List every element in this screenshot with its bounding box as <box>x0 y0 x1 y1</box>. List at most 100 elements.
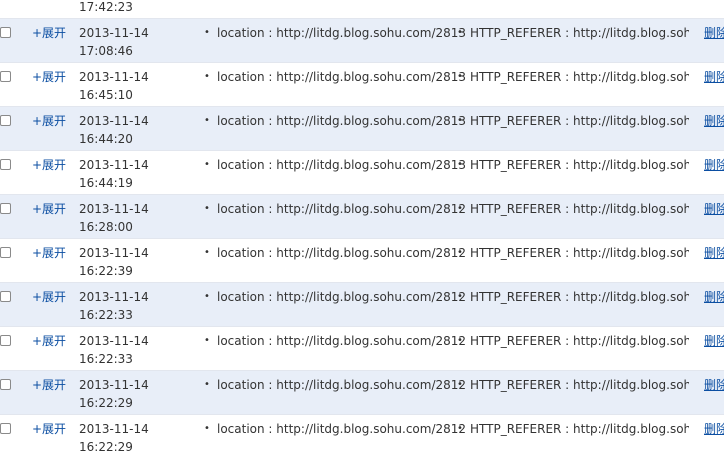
referer-text: HTTP_REFERER : http://litdg.blog.sohu. <box>470 290 689 304</box>
table-row: +展开 2013-11-14 16:28:00 • location : http://… <box>0 195 724 239</box>
bullet-icon: • <box>457 115 463 126</box>
bullet-icon: • <box>204 423 210 434</box>
location-text: location : http://litdg.blog.sohu.com/28… <box>217 422 467 436</box>
timestamp-date: 2013-11-14 <box>79 26 149 40</box>
timestamp: 2013-11-14 17:08:46 <box>79 24 149 60</box>
referer-text: HTTP_REFERER : http://litdg.blog.sohu. <box>470 334 689 348</box>
timestamp-time: 16:22:39 <box>79 264 133 278</box>
referer-entry: • HTTP_REFERER : http://litdg.blog.sohu. <box>457 244 689 262</box>
timestamp: 2013-11-14 16:45:10 <box>79 68 149 104</box>
timestamp: 2013-11-14 16:28:00 <box>79 200 149 236</box>
location-text: location : http://litdg.blog.sohu.com/28… <box>217 378 467 392</box>
location-entry: • location : http://litdg.blog.sohu.com/2… <box>204 288 466 306</box>
timestamp-date: 2013-11-14 <box>79 290 149 304</box>
referer-text: HTTP_REFERER : http://litdg.blog.sohu. <box>470 70 689 84</box>
row-checkbox[interactable] <box>0 291 11 302</box>
timestamp-time: 17:08:46 <box>79 44 133 58</box>
referer-entry: • HTTP_REFERER : http://litdg.blog.sohu. <box>457 420 689 438</box>
delete-link[interactable]: 删除 <box>704 112 724 130</box>
expand-link[interactable]: +展开 <box>32 156 66 174</box>
timestamp-date: 2013-11-14 <box>79 246 149 260</box>
delete-link[interactable]: 删除 <box>704 244 724 262</box>
delete-link[interactable]: 删除 <box>704 156 724 174</box>
log-rows: +展开2013-11-1417:42:23•location : http://… <box>0 0 724 453</box>
timestamp-date: 2013-11-14 <box>79 334 149 348</box>
timestamp-time: 16:44:19 <box>79 176 133 190</box>
bullet-icon: • <box>204 291 210 302</box>
referer-entry: • HTTP_REFERER : http://litdg.blog.sohu. <box>457 332 689 350</box>
row-checkbox[interactable] <box>0 27 11 38</box>
referer-entry: • HTTP_REFERER : http://litdg.blog.sohu. <box>457 376 689 394</box>
bullet-icon: • <box>457 159 463 170</box>
referer-entry: • HTTP_REFERER : http://litdg.blog.sohu. <box>457 112 689 130</box>
delete-link[interactable]: 删除 <box>704 420 724 438</box>
location-entry: • location : http://litdg.blog.sohu.com/2… <box>204 68 466 86</box>
bullet-icon: • <box>457 335 463 346</box>
timestamp: 2013-11-14 16:22:29 <box>79 376 149 412</box>
expand-link[interactable]: +展开 <box>32 24 66 42</box>
referer-text: HTTP_REFERER : http://litdg.blog.sohu. <box>470 422 689 436</box>
timestamp: 2013-11-14 16:22:33 <box>79 288 149 324</box>
location-text: location : http://litdg.blog.sohu.com/28… <box>217 158 467 172</box>
bullet-icon: • <box>204 159 210 170</box>
bullet-icon: • <box>204 247 210 258</box>
row-checkbox[interactable] <box>0 115 11 126</box>
timestamp-time: 16:22:33 <box>79 352 133 366</box>
expand-link[interactable]: +展开 <box>32 68 66 86</box>
expand-link[interactable]: +展开 <box>32 420 66 438</box>
referer-entry: • HTTP_REFERER : http://litdg.blog.sohu. <box>457 68 689 86</box>
timestamp-date: 2013-11-14 <box>79 422 149 436</box>
timestamp: 2013-11-14 16:22:29 <box>79 420 149 453</box>
referer-entry: • HTTP_REFERER : http://litdg.blog.sohu. <box>457 200 689 218</box>
table-row: +展开2013-11-1417:42:23•location : http://… <box>0 0 724 19</box>
referer-entry: • HTTP_REFERER : http://litdg.blog.sohu. <box>457 24 689 42</box>
row-checkbox[interactable] <box>0 71 11 82</box>
location-entry: • location : http://litdg.blog.sohu.com/2… <box>204 24 466 42</box>
expand-link[interactable]: +展开 <box>32 288 66 306</box>
delete-link[interactable]: 删除 <box>704 288 724 306</box>
timestamp-time: 16:22:33 <box>79 308 133 322</box>
location-text: location : http://litdg.blog.sohu.com/28… <box>217 334 467 348</box>
timestamp: 2013-11-14 16:22:33 <box>79 332 149 368</box>
timestamp-time: 16:44:20 <box>79 132 133 146</box>
expand-link[interactable]: +展开 <box>32 200 66 218</box>
expand-link[interactable]: +展开 <box>32 244 66 262</box>
table-row: +展开 2013-11-14 16:22:33 • location : http://… <box>0 283 724 327</box>
referer-text: HTTP_REFERER : http://litdg.blog.sohu. <box>470 158 689 172</box>
referer-text: HTTP_REFERER : http://litdg.blog.sohu. <box>470 246 689 260</box>
delete-link[interactable]: 删除 <box>704 68 724 86</box>
delete-link[interactable]: 删除 <box>704 200 724 218</box>
bullet-icon: • <box>457 71 463 82</box>
delete-link[interactable]: 删除 <box>704 376 724 394</box>
bullet-icon: • <box>204 335 210 346</box>
expand-link[interactable]: +展开 <box>32 112 66 130</box>
table-row: +展开 2013-11-14 16:22:29 • location : http://… <box>0 371 724 415</box>
row-checkbox[interactable] <box>0 159 11 170</box>
bullet-icon: • <box>457 27 463 38</box>
timestamp: 2013-11-14 16:22:39 <box>79 244 149 280</box>
bullet-icon: • <box>457 423 463 434</box>
referer-text: HTTP_REFERER : http://litdg.blog.sohu. <box>470 26 689 40</box>
location-text: location : http://litdg.blog.sohu.com/28… <box>217 70 467 84</box>
location-entry: • location : http://litdg.blog.sohu.com/2… <box>204 112 466 130</box>
timestamp-time: 16:45:10 <box>79 88 133 102</box>
row-checkbox[interactable] <box>0 379 11 390</box>
delete-link[interactable]: 删除 <box>704 24 724 42</box>
expand-link[interactable]: +展开 <box>32 332 66 350</box>
referer-text: HTTP_REFERER : http://litdg.blog.sohu. <box>470 114 689 128</box>
expand-link[interactable]: +展开 <box>32 376 66 394</box>
table-row: +展开 2013-11-14 16:22:29 • location : http://… <box>0 415 724 453</box>
timestamp: 2013-11-14 16:44:20 <box>79 112 149 148</box>
delete-link[interactable]: 删除 <box>704 332 724 350</box>
location-text: location : http://litdg.blog.sohu.com/28… <box>217 202 467 216</box>
table-row: +展开 2013-11-14 16:45:10 • location : http://… <box>0 63 724 107</box>
row-checkbox[interactable] <box>0 423 11 434</box>
location-text: location : http://litdg.blog.sohu.com/28… <box>217 290 467 304</box>
row-checkbox[interactable] <box>0 335 11 346</box>
bullet-icon: • <box>457 291 463 302</box>
timestamp-date: 2013-11-14 <box>79 202 149 216</box>
location-entry: • location : http://litdg.blog.sohu.com/2… <box>204 376 466 394</box>
row-checkbox[interactable] <box>0 203 11 214</box>
location-entry: • location : http://litdg.blog.sohu.com/2… <box>204 420 466 438</box>
row-checkbox[interactable] <box>0 247 11 258</box>
